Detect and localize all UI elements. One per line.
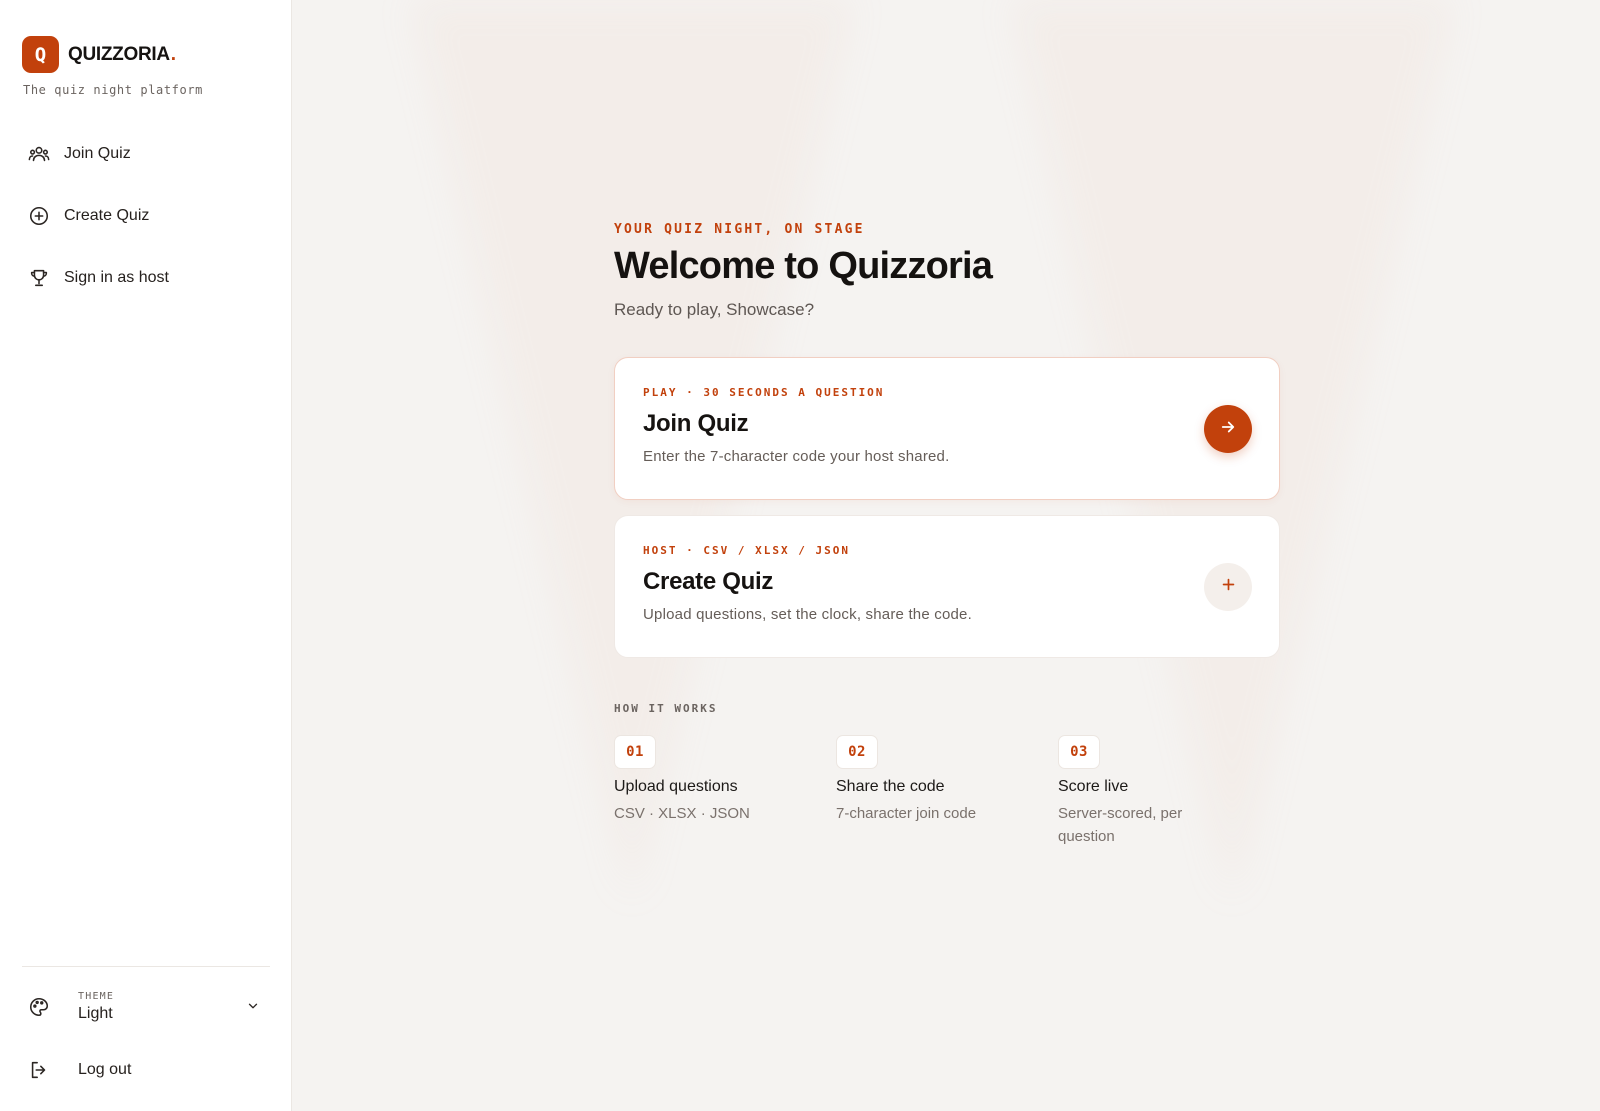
palette-icon [28,996,50,1018]
theme-select[interactable]: THEME Light [28,985,268,1029]
chevron-down-icon [246,999,260,1018]
step-title: Share the code [836,778,945,795]
page-title: Welcome to Quizzoria [614,245,993,287]
how-it-works-steps: 01 Upload questions CSV · XLSX · JSON 02… [614,735,1280,848]
step-title: Score live [1058,778,1129,795]
how-it-works-title: HOW IT WORKS [614,702,718,715]
step-number: 02 [836,735,878,769]
step-number: 01 [614,735,656,769]
sidebar-item-label: Join Quiz [64,145,131,162]
card-description: Enter the 7-character code your host sha… [643,448,950,465]
page-subtitle: Ready to play, Showcase? [614,300,815,319]
logout-button[interactable]: Log out [28,1059,131,1081]
sidebar-item-label: Create Quiz [64,207,150,224]
main-area: YOUR QUIZ NIGHT, ON STAGE Welcome to Qui… [292,0,1600,1111]
card-kicker: HOST · CSV / XLSX / JSON [643,544,850,557]
step-item: 02 Share the code 7-character join code [836,735,1058,848]
arrow-right-icon [1219,418,1237,441]
logout-icon [28,1059,50,1081]
users-icon [28,143,50,165]
card-title: Join Quiz [643,410,749,437]
step-item: 01 Upload questions CSV · XLSX · JSON [614,735,836,848]
sidebar-item-join-quiz[interactable]: Join Quiz [16,134,276,174]
trophy-icon [28,267,50,289]
brand-name: QUIZZORIA [68,43,170,65]
step-number: 03 [1058,735,1100,769]
brand-logo: Q [22,36,59,73]
create-quiz-card[interactable]: HOST · CSV / XLSX / JSON Create Quiz Upl… [614,515,1280,658]
step-description: Server-scored, per question [1058,805,1183,845]
step-description: CSV · XLSX · JSON [614,805,750,822]
card-title: Create Quiz [643,568,774,595]
welcome-section: YOUR QUIZ NIGHT, ON STAGE Welcome to Qui… [614,222,1280,848]
join-quiz-button[interactable] [1204,405,1252,453]
sidebar-item-create-quiz[interactable]: Create Quiz [16,196,276,236]
plus-icon [1220,576,1237,598]
logout-label: Log out [78,1061,132,1078]
plus-circle-icon [28,205,50,227]
hero-eyebrow: YOUR QUIZ NIGHT, ON STAGE [614,222,865,237]
sidebar-divider [22,966,270,967]
step-title: Upload questions [614,778,738,795]
sidebar-item-label: Sign in as host [64,269,169,286]
theme-value: Light [78,1005,113,1022]
sidebar: Q QUIZZORIA . The quiz night platform Jo… [0,0,292,1111]
brand-tagline: The quiz night platform [23,83,203,97]
card-description: Upload questions, set the clock, share t… [643,606,972,623]
step-description: 7-character join code [836,805,977,822]
step-item: 03 Score live Server-scored, per questio… [1058,735,1280,848]
create-quiz-button[interactable] [1204,563,1252,611]
theme-caption: THEME [78,991,115,1002]
join-quiz-card[interactable]: PLAY · 30 SECONDS A QUESTION Join Quiz E… [614,357,1280,500]
brand-dot: . [170,43,177,65]
sidebar-nav: Join Quiz Create Quiz Sign in as host [16,134,276,320]
card-kicker: PLAY · 30 SECONDS A QUESTION [643,386,885,399]
theme-texts: THEME Light [78,991,114,1023]
brand[interactable]: Q QUIZZORIA . [22,36,176,73]
sidebar-item-sign-in-host[interactable]: Sign in as host [16,258,276,298]
